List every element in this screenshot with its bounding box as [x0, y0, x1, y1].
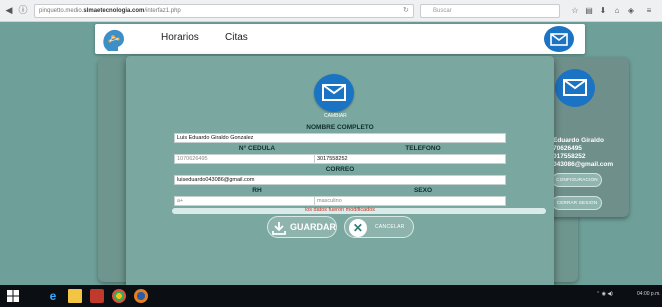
side-telefono: 017558252	[553, 153, 586, 160]
profile-side-panel: Eduardo Giraldo 70626495 017558252 04308…	[545, 57, 629, 217]
full-name-label: NOMBRE COMPLETO	[306, 124, 374, 131]
cedula-label: N° CEDULA	[238, 145, 276, 152]
side-mail-avatar	[555, 69, 595, 107]
url-host: slmaetecnologia.com	[83, 8, 145, 14]
clock[interactable]: 04:00 p.m.	[637, 291, 661, 297]
config-button[interactable]: CONFIGURACION	[552, 173, 602, 187]
url-prefix: pinquetto.medio.	[39, 8, 84, 14]
back-icon[interactable]: ◀	[4, 5, 14, 15]
url-path: /interfaz1.php	[144, 8, 181, 14]
reload-icon[interactable]: ↻	[403, 6, 409, 14]
side-email: 043086@gmail.com	[553, 161, 614, 168]
change-photo-link[interactable]: CAMBIAR	[324, 113, 347, 119]
search-placeholder: Buscar	[433, 8, 452, 14]
email-input[interactable]: luiseduardo043086@gmail.com	[174, 175, 506, 185]
save-button-label: GUARDAR	[290, 222, 336, 232]
logout-button[interactable]: CERRAR SESION	[552, 196, 602, 210]
mail-icon	[563, 79, 587, 96]
windows-start-icon[interactable]	[6, 289, 20, 303]
site-info-icon[interactable]: ⓘ	[18, 5, 28, 15]
phone-input[interactable]: 3017558252	[314, 154, 506, 164]
edit-profile-modal: CAMBIAR NOMBRE COMPLETO Luis Eduardo Gir…	[126, 56, 554, 285]
save-button[interactable]: GUARDAR	[267, 216, 337, 238]
close-icon: ✕	[349, 219, 367, 237]
status-message: los datos fueron modificados	[304, 207, 375, 213]
brain-logo-icon	[103, 29, 124, 51]
sex-label: SEXO	[413, 187, 433, 194]
download-icon[interactable]: ⬇	[598, 6, 608, 16]
side-cedula: 70626495	[553, 145, 582, 152]
windows-taskbar: e ⌃ ◉ ◀) 04:00 p.m.	[0, 285, 662, 307]
menu-icon[interactable]: ≡	[644, 6, 654, 16]
home-icon[interactable]: ⌂	[612, 6, 622, 16]
mail-icon	[322, 84, 346, 101]
address-bar[interactable]: pinquetto.medio.slmaetecnologia.com/inte…	[34, 4, 414, 18]
side-name: Eduardo Giraldo	[553, 137, 604, 144]
firefox-icon[interactable]	[134, 289, 148, 303]
powerpoint-icon[interactable]	[90, 289, 104, 303]
tray-icons[interactable]: ⌃ ◉ ◀)	[596, 291, 613, 297]
cancel-button[interactable]: ✕ CANCELAR	[344, 216, 414, 238]
mail-icon	[550, 33, 568, 46]
app-header: Horarios Citas	[95, 24, 585, 54]
full-name-input[interactable]: Luis Eduardo Giraldo Gonzalez	[174, 133, 506, 143]
save-icon	[272, 222, 286, 235]
nav-horarios[interactable]: Horarios	[161, 32, 199, 43]
rh-label: RH	[252, 187, 262, 194]
star-icon[interactable]: ☆	[570, 6, 580, 16]
nav-citas[interactable]: Citas	[225, 32, 248, 43]
profile-photo-avatar[interactable]	[314, 74, 354, 112]
file-explorer-icon[interactable]	[68, 289, 82, 303]
search-input[interactable]: Buscar	[420, 4, 560, 18]
header-mail-button[interactable]	[544, 26, 574, 52]
page-content: Horarios Citas Eduardo Giraldo 70626495 …	[0, 22, 662, 285]
edge-icon[interactable]: e	[46, 289, 60, 303]
chrome-icon[interactable]	[112, 289, 126, 303]
browser-toolbar: ◀ ⓘ pinquetto.medio.slmaetecnologia.com/…	[0, 0, 662, 22]
phone-label: TELEFONO	[405, 145, 441, 152]
sex-input[interactable]: masculino	[314, 196, 506, 206]
pocket-icon[interactable]: ◈	[626, 6, 636, 16]
email-label: CORREO	[325, 166, 355, 173]
cancel-button-label: CANCELAR	[375, 224, 405, 230]
reading-list-icon[interactable]: ▤	[584, 6, 594, 16]
